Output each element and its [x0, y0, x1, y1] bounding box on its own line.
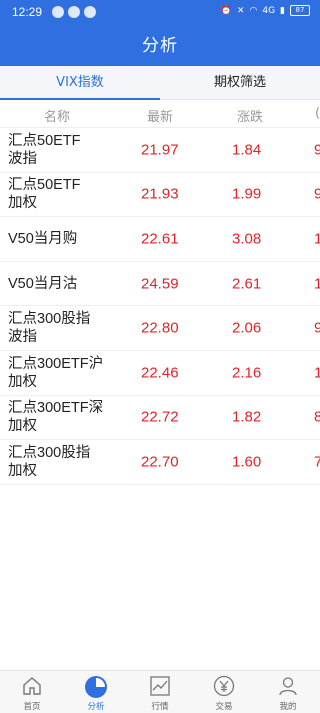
table-header: 名称 最新 涨跌 (	[0, 100, 320, 128]
title-bar: 分析	[0, 26, 320, 66]
table-row[interactable]: V50当月沽 24.59 2.61 1	[0, 262, 320, 307]
row-latest: 22.72	[141, 408, 179, 426]
nav-label: 我的	[279, 702, 297, 712]
nav-market[interactable]: 行情	[128, 671, 192, 713]
row-name: 汇点300ETF沪 加权	[8, 355, 104, 390]
nav-trade[interactable]: 交易	[192, 671, 256, 713]
nav-mine[interactable]: 我的	[256, 671, 320, 713]
table-row[interactable]: 汇点300ETF沪 加权 22.46 2.16 1	[0, 351, 320, 396]
status-bar: 12:29 ⏰ ✕ ◠ 4G ▮ 87	[0, 0, 320, 26]
tab-vix-index[interactable]: VIX指数	[0, 66, 160, 100]
tab-bar: VIX指数 期权筛选	[0, 66, 320, 100]
yen-icon	[213, 675, 235, 701]
notification-icon	[52, 6, 64, 18]
status-time: 12:29	[12, 5, 43, 19]
row-percent: 7	[314, 453, 320, 471]
home-icon	[21, 675, 43, 701]
table-row[interactable]: V50当月购 22.61 3.08 1	[0, 217, 320, 262]
nav-label: 首页	[23, 702, 41, 712]
row-percent: 9	[314, 319, 320, 337]
table-row[interactable]: 汇点50ETF 加权 21.93 1.99 9	[0, 173, 320, 218]
column-header-percent[interactable]: (	[315, 106, 320, 121]
network-type: 4G	[262, 5, 276, 16]
row-change: 1.99	[232, 185, 262, 203]
row-percent: 1	[314, 275, 320, 293]
signal-icon: ▮	[280, 5, 285, 16]
pie-chart-icon	[84, 675, 108, 703]
row-change: 2.61	[232, 275, 262, 293]
row-percent: 8	[314, 408, 320, 426]
notification-icon	[84, 6, 96, 18]
row-change: 1.82	[232, 408, 262, 426]
row-name: V50当月沽	[8, 275, 78, 292]
row-name: 汇点50ETF 加权	[8, 177, 81, 212]
row-name: 汇点300股指 加权	[8, 444, 91, 479]
row-percent: 1	[314, 230, 320, 248]
nav-analysis[interactable]: 分析	[64, 671, 128, 713]
nav-label: 交易	[215, 702, 233, 712]
row-name: 汇点300ETF深 加权	[8, 400, 104, 435]
nav-home[interactable]: 首页	[0, 671, 64, 713]
person-icon	[277, 675, 299, 701]
row-latest: 24.59	[141, 275, 179, 293]
bottom-nav: 首页 分析 行情 交易 我的	[0, 670, 320, 713]
trend-chart-icon	[149, 675, 171, 701]
row-percent: 9	[314, 141, 320, 159]
row-change: 1.60	[232, 453, 262, 471]
row-latest: 22.80	[141, 319, 179, 337]
row-latest: 22.70	[141, 453, 179, 471]
column-header-latest[interactable]: 最新	[147, 106, 173, 125]
row-change: 3.08	[232, 230, 262, 248]
column-header-change[interactable]: 涨跌	[237, 106, 263, 125]
table-row[interactable]: 汇点300股指 加权 22.70 1.60 7	[0, 440, 320, 485]
row-change: 2.16	[232, 364, 262, 382]
vix-list: 汇点50ETF 波指 21.97 1.84 9 汇点50ETF 加权 21.93 1…	[0, 128, 320, 485]
alarm-icon: ⏰	[220, 5, 232, 16]
tab-option-filter[interactable]: 期权筛选	[160, 66, 320, 99]
nav-label: 行情	[151, 702, 169, 712]
row-change: 2.06	[232, 319, 262, 337]
battery-icon: 87	[290, 5, 310, 16]
row-latest: 22.61	[141, 230, 179, 248]
nav-label: 分析	[87, 702, 105, 712]
notification-icons	[52, 6, 96, 18]
table-row[interactable]: 汇点50ETF 波指 21.97 1.84 9	[0, 128, 320, 173]
notification-icon	[68, 6, 80, 18]
page-title: 分析	[142, 36, 178, 56]
row-name: 汇点300股指 波指	[8, 311, 91, 346]
row-change: 1.84	[232, 141, 262, 159]
wifi-icon: ◠	[249, 5, 258, 16]
row-percent: 9	[314, 185, 320, 203]
table-row[interactable]: 汇点300ETF深 加权 22.72 1.82 8	[0, 396, 320, 441]
system-icons: ⏰ ✕ ◠ 4G ▮ 87	[221, 5, 310, 16]
mute-icon: ✕	[236, 5, 245, 16]
row-latest: 22.46	[141, 364, 179, 382]
table-row[interactable]: 汇点300股指 波指 22.80 2.06 9	[0, 306, 320, 351]
row-name: V50当月购	[8, 230, 78, 247]
row-latest: 21.97	[141, 141, 179, 159]
row-percent: 1	[314, 364, 320, 382]
column-header-name[interactable]: 名称	[44, 106, 70, 125]
row-latest: 21.93	[141, 185, 179, 203]
row-name: 汇点50ETF 波指	[8, 132, 81, 167]
